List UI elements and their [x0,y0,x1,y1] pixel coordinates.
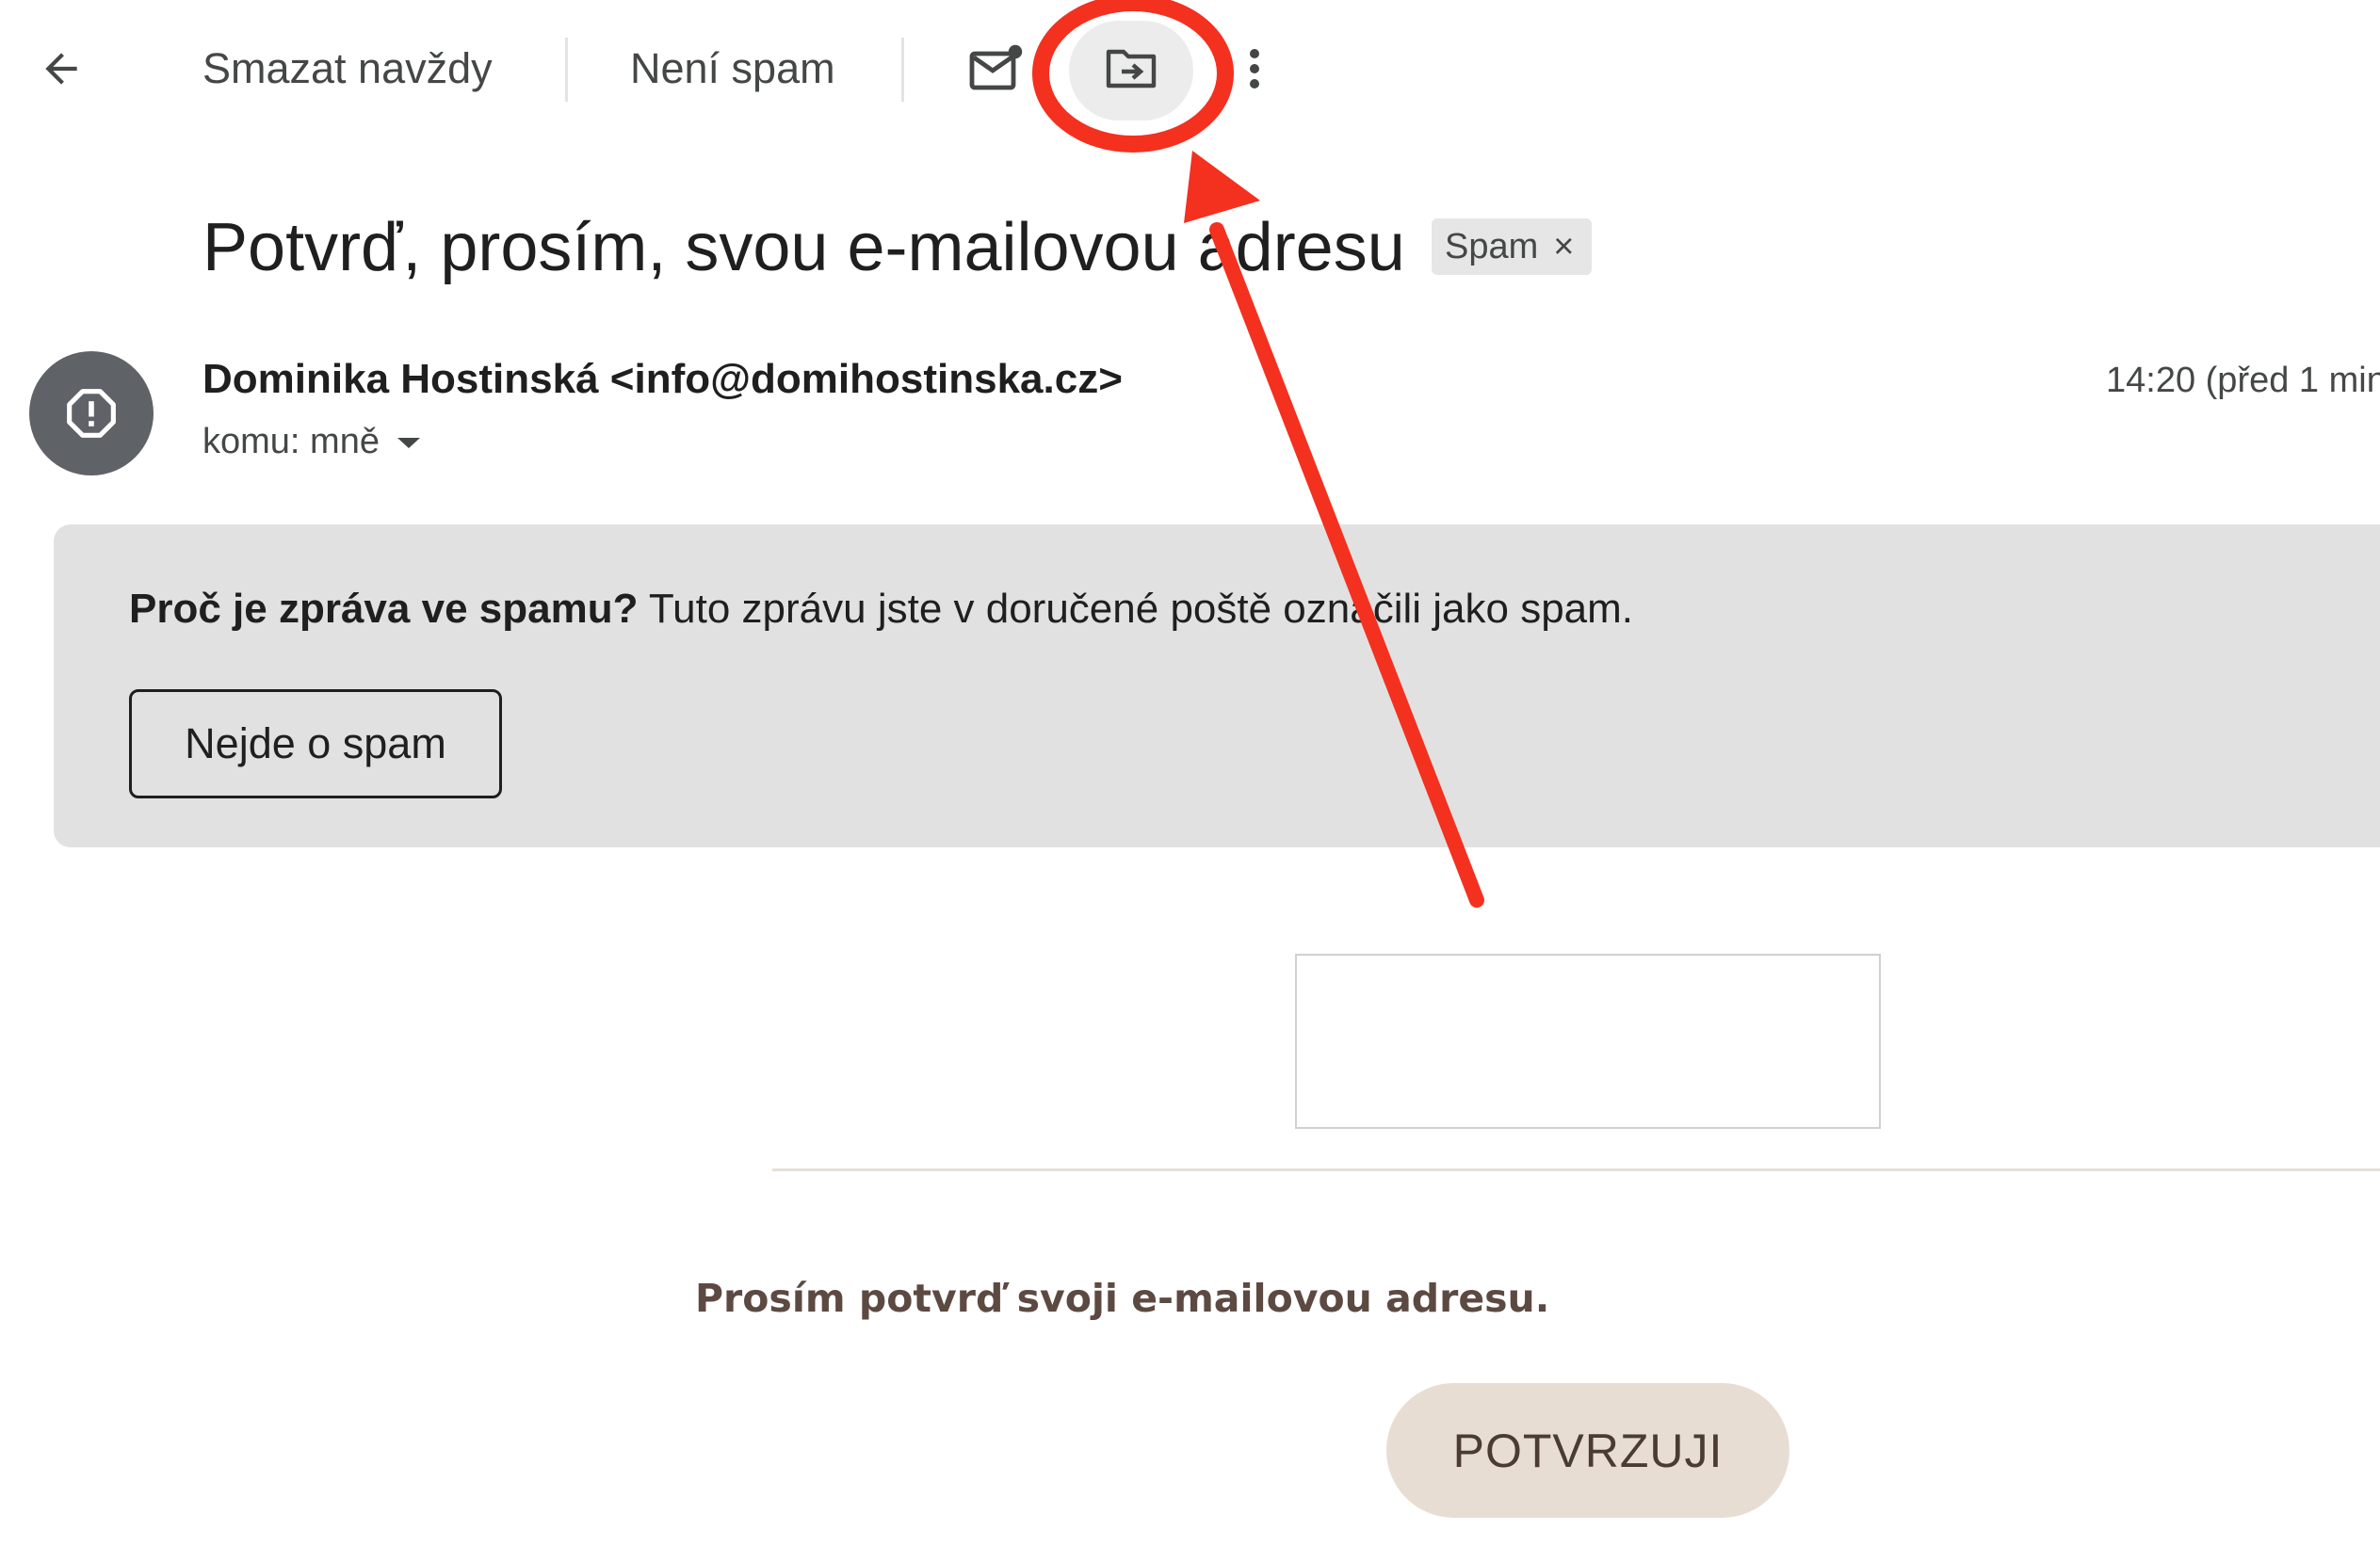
warning-octagon-icon [67,389,116,438]
folder-move-icon [1106,49,1157,89]
sender-name[interactable]: Dominika Hostinská <info@domihostinska.c… [202,356,1123,403]
toolbar-divider [901,38,904,102]
chevron-down-icon[interactable] [395,433,423,452]
report-not-spam-button[interactable]: Nejde o spam [129,689,502,798]
recipient-details[interactable]: komu: mně [202,422,423,462]
arrow-left-icon [45,53,77,85]
spam-reason-explanation: Tuto zprávu jste v doručené poště označi… [638,586,1634,632]
message-timestamp: 14:20 (před 1 min [2106,361,2380,400]
spam-label-chip[interactable]: Spam × [1432,218,1592,275]
email-subject: Potvrď, prosím, svou e-mailovou adresu [202,210,1405,285]
spam-warning-banner [54,524,2380,847]
mail-unread-icon [969,44,1023,90]
confirm-email-button[interactable]: POTVRZUJI [1386,1383,1789,1518]
delete-forever-button[interactable]: Smazat navždy [202,36,493,102]
blocked-image-placeholder [1295,954,1881,1129]
more-vert-icon [1250,49,1259,89]
spam-reason-text: Proč je zpráva ve spamu? Tuto zprávu jst… [129,586,1633,633]
mark-unread-button[interactable] [961,36,1032,102]
remove-label-icon[interactable]: × [1553,227,1574,267]
spam-label-text: Spam [1445,226,1539,266]
spam-reason-question: Proč je zpráva ve spamu? [129,586,639,632]
sender-avatar [29,351,154,475]
recipient-text: komu: mně [202,422,380,461]
move-to-icon-wrap[interactable] [1098,36,1164,102]
email-body-divider [772,1168,2380,1171]
back-button[interactable] [28,36,94,102]
toolbar-divider [565,38,568,102]
email-body-text: Prosím potvrď svoji e-mailovou adresu. [695,1276,1550,1321]
more-options-button[interactable] [1234,36,1275,102]
not-spam-button[interactable]: Není spam [630,36,835,102]
